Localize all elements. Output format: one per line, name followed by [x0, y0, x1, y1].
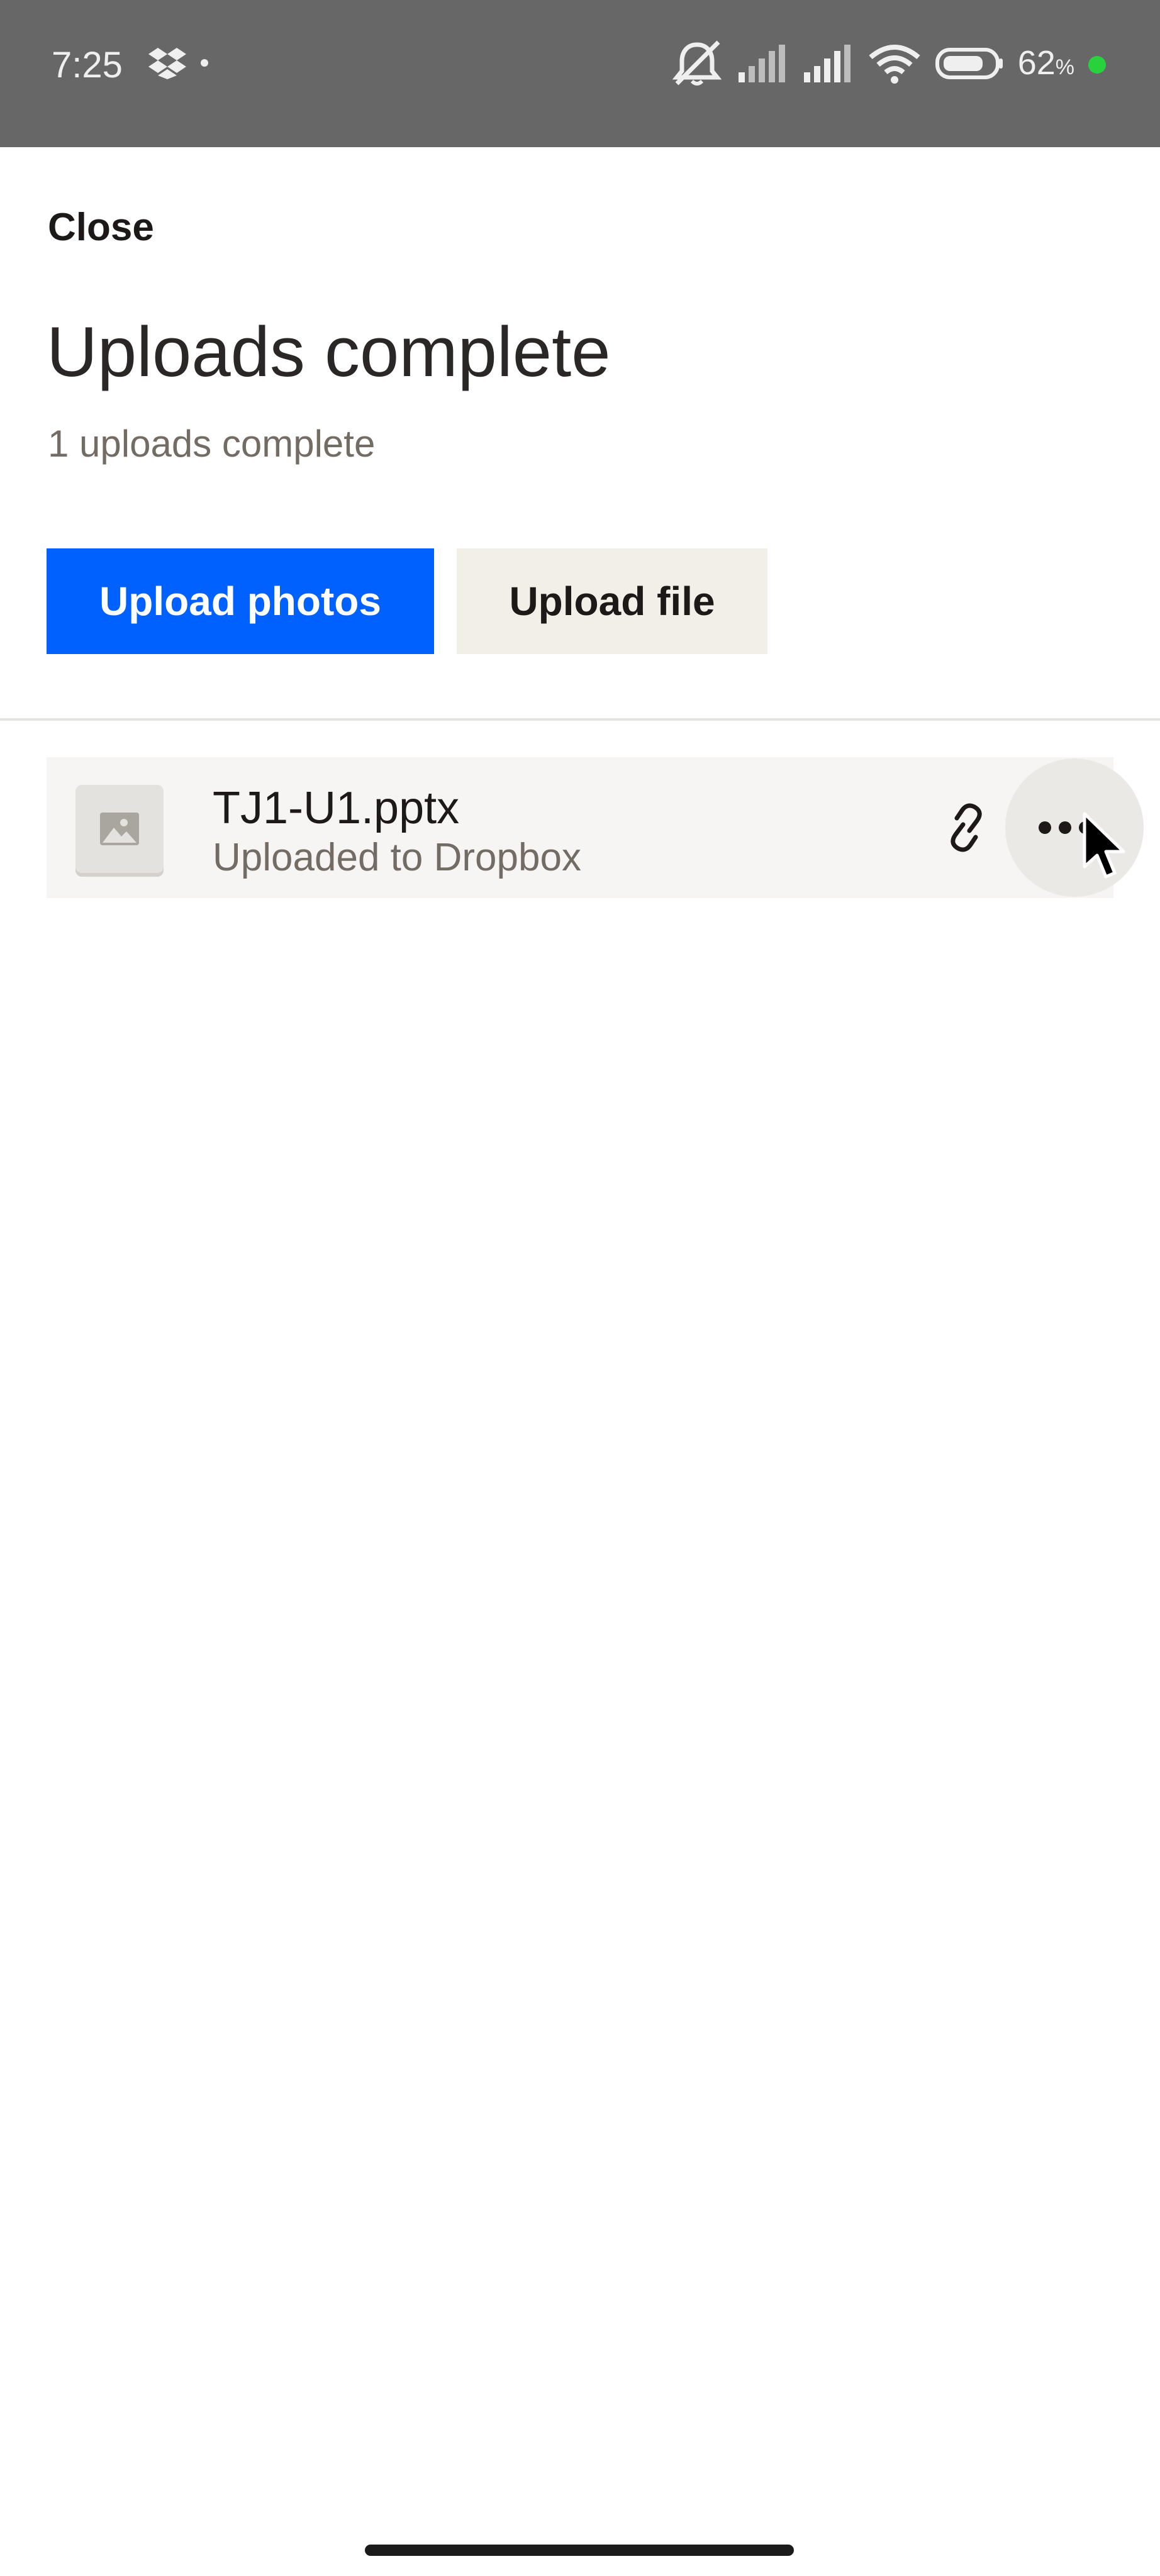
- mute-alarm-icon: [671, 40, 723, 91]
- file-row[interactable]: TJ1-U1.pptx Uploaded to Dropbox: [47, 757, 1144, 898]
- upload-status-screen: 7:25 62% Close Uploads complete 1 upload…: [0, 0, 1160, 2576]
- home-indicator[interactable]: [365, 2545, 794, 2556]
- wifi-icon: [868, 43, 921, 87]
- battery-icon: [935, 46, 1004, 84]
- charge-indicator: [1088, 56, 1106, 74]
- upload-file-button[interactable]: Upload file: [457, 548, 767, 654]
- close-button[interactable]: Close: [48, 203, 154, 253]
- status-bar: 7:25 62%: [0, 0, 1160, 147]
- file-status: Uploaded to Dropbox: [213, 836, 581, 879]
- section-divider: [0, 718, 1160, 721]
- image-icon: [75, 785, 164, 873]
- file-name: TJ1-U1.pptx: [213, 783, 460, 833]
- page-title: Uploads complete: [47, 313, 611, 391]
- dot-icon: [200, 58, 209, 70]
- link-icon[interactable]: [929, 790, 1004, 865]
- battery-percent: 62%: [1017, 43, 1074, 82]
- mouse-cursor-icon: [1081, 811, 1131, 884]
- signal-icon: [737, 43, 789, 87]
- status-left-icons: [148, 42, 209, 87]
- battery-percent-sign: %: [1055, 55, 1074, 79]
- dropbox-icon: [148, 47, 186, 82]
- upload-photos-button[interactable]: Upload photos: [47, 548, 434, 654]
- page-subtitle: 1 uploads complete: [48, 423, 376, 465]
- signal-icon: [803, 43, 854, 87]
- status-time: 7:25: [52, 45, 123, 86]
- status-right-icons: 62%: [671, 38, 1106, 92]
